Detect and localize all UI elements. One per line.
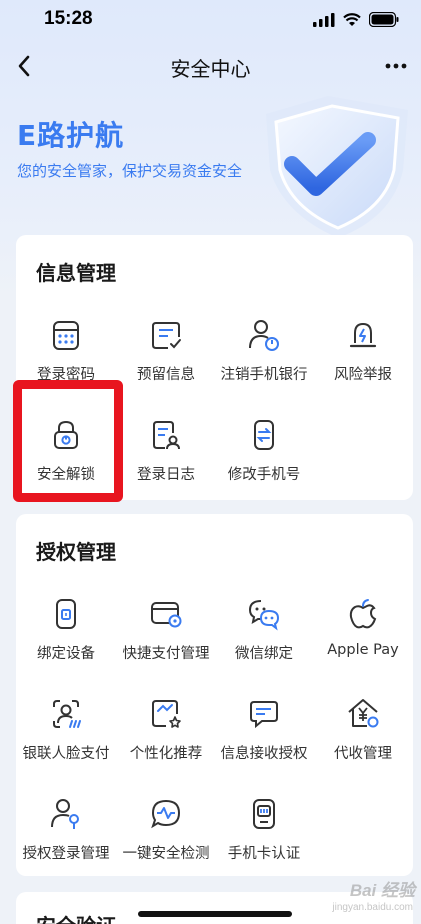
sim-card-icon bbox=[253, 799, 275, 829]
item-label: 微信绑定 bbox=[235, 646, 293, 662]
item-label: 代收管理 bbox=[334, 746, 392, 762]
section-title: 信息管理 bbox=[36, 261, 116, 285]
message-check-icon bbox=[152, 322, 181, 349]
item-label: 信息接收授权 bbox=[220, 746, 308, 762]
more-dots-icon bbox=[385, 63, 407, 69]
quick-pay-icon bbox=[151, 602, 182, 628]
scan-icon bbox=[151, 799, 181, 829]
collection-icon bbox=[348, 699, 379, 728]
battery-icon bbox=[369, 12, 399, 27]
item-collection-management[interactable]: 代收管理 bbox=[313, 694, 413, 774]
recommend-icon bbox=[152, 700, 181, 728]
item-message-auth[interactable]: 信息接收授权 bbox=[214, 694, 314, 774]
highlight-box bbox=[13, 380, 123, 502]
item-risk-report[interactable]: 风险举报 bbox=[313, 315, 413, 395]
section-title: 安全验证 bbox=[36, 910, 116, 924]
item-login-log[interactable]: 登录日志 bbox=[116, 415, 216, 495]
more-button[interactable] bbox=[381, 52, 411, 80]
nav-bar: 安全中心 bbox=[0, 44, 421, 88]
phone-swap-icon bbox=[254, 420, 274, 450]
page-title: 安全中心 bbox=[170, 57, 251, 81]
section-title: 授权管理 bbox=[36, 540, 116, 564]
auth-management-card: 授权管理 绑定设备 快捷支付管理 微信绑定 Apple Pay 银联人脸支付 个… bbox=[16, 514, 413, 876]
item-label: 风险举报 bbox=[334, 367, 392, 383]
item-change-phone[interactable]: 修改手机号 bbox=[214, 415, 314, 495]
item-label: 注销手机银行 bbox=[220, 367, 308, 383]
alert-bell-icon bbox=[349, 322, 377, 348]
status-bar: 15:28 bbox=[0, 0, 421, 40]
item-personalized-recommend[interactable]: 个性化推荐 bbox=[116, 694, 216, 774]
watermark-text: Bai 经验 bbox=[349, 881, 415, 900]
message-auth-icon bbox=[250, 701, 278, 729]
user-key-icon bbox=[51, 799, 79, 829]
home-indicator[interactable] bbox=[138, 911, 292, 917]
wifi-icon bbox=[343, 12, 361, 26]
item-label: 修改手机号 bbox=[227, 467, 301, 483]
item-quick-pay[interactable]: 快捷支付管理 bbox=[116, 594, 216, 674]
item-sim-card-auth[interactable]: 手机卡认证 bbox=[214, 794, 314, 874]
item-face-pay[interactable]: 银联人脸支付 bbox=[16, 694, 116, 774]
item-label: 快捷支付管理 bbox=[122, 646, 210, 662]
item-security-scan[interactable]: 一键安全检测 bbox=[116, 794, 216, 874]
hero-title: E路护航 bbox=[17, 119, 125, 152]
item-label: 授权登录管理 bbox=[22, 846, 110, 862]
watermark-subtext: jingyan.baidu.com bbox=[332, 902, 413, 913]
status-time: 15:28 bbox=[44, 8, 93, 29]
item-wechat-bind[interactable]: 微信绑定 bbox=[214, 594, 314, 674]
item-label: 登录日志 bbox=[137, 467, 195, 483]
keypad-icon bbox=[53, 321, 79, 350]
shield-check-icon bbox=[266, 96, 408, 238]
item-label: 预留信息 bbox=[137, 367, 195, 383]
user-power-icon bbox=[249, 320, 279, 351]
face-pay-icon bbox=[53, 700, 81, 728]
item-label: 绑定设备 bbox=[37, 646, 95, 662]
status-icons bbox=[313, 12, 399, 27]
signal-icon bbox=[313, 12, 335, 27]
item-label: 一键安全检测 bbox=[122, 846, 210, 862]
apple-icon bbox=[349, 599, 377, 629]
log-user-icon bbox=[153, 421, 180, 450]
hero-subtitle: 您的安全管家，保护交易资金安全 bbox=[17, 162, 243, 180]
item-label: Apple Pay bbox=[327, 642, 399, 658]
device-bind-icon bbox=[56, 599, 76, 629]
item-label: 手机卡认证 bbox=[227, 846, 301, 862]
wechat-icon bbox=[248, 600, 280, 631]
item-authorized-login[interactable]: 授权登录管理 bbox=[16, 794, 116, 874]
item-reserved-info[interactable]: 预留信息 bbox=[116, 315, 216, 395]
item-label: 个性化推荐 bbox=[129, 746, 203, 762]
item-apple-pay[interactable]: Apple Pay bbox=[313, 594, 413, 674]
item-label: 银联人脸支付 bbox=[22, 746, 110, 762]
item-cancel-mobile-banking[interactable]: 注销手机银行 bbox=[214, 315, 314, 395]
item-bind-device[interactable]: 绑定设备 bbox=[16, 594, 116, 674]
